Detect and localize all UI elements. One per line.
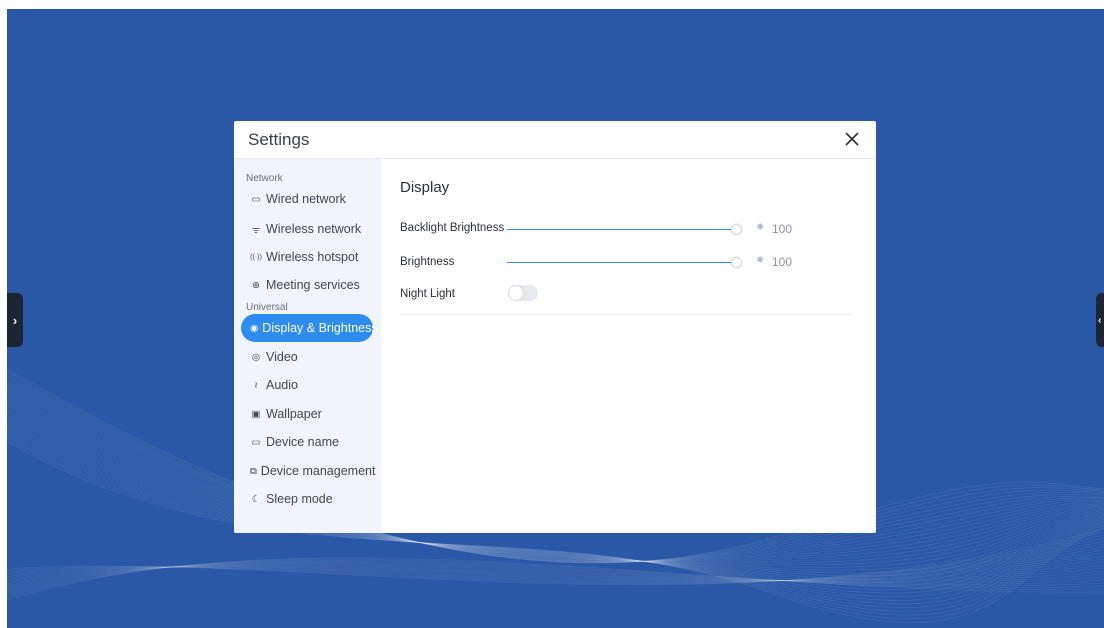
devices-icon: ⧉ — [250, 465, 257, 477]
desktop-background: › ‹ Settings Network ▭ Wired network ᯤ W… — [7, 9, 1104, 628]
backlight-brightness-label: Backlight Brightness — [400, 222, 505, 234]
sidebar-item-wired-network[interactable]: ▭ Wired network — [241, 185, 373, 213]
sidebar-item-label: Audio — [266, 378, 298, 392]
hotspot-icon: ((·)) — [250, 253, 262, 261]
sidebar-item-label: Sleep mode — [266, 492, 333, 506]
sidebar-item-wallpaper[interactable]: ▣ Wallpaper — [241, 400, 373, 428]
globe-icon: ⊕ — [252, 279, 260, 291]
sidebar-item-label: Wireless network — [266, 222, 362, 236]
close-icon — [845, 132, 859, 146]
close-button[interactable] — [840, 127, 864, 151]
settings-content-panel: Display Backlight Brightness ✸ 100 Brigh… — [381, 159, 876, 533]
moon-icon: ☾ — [251, 493, 261, 505]
sidebar-item-meeting-services[interactable]: ⊕ Meeting services — [241, 271, 373, 299]
brightness-label: Brightness — [400, 256, 455, 268]
sun-icon: ✸ — [756, 255, 765, 266]
left-edge-expand-tab[interactable]: › — [7, 293, 23, 347]
wave-line — [7, 558, 1104, 600]
sun-icon: ✸ — [756, 222, 765, 233]
settings-dialog: Settings Network ▭ Wired network ᯤ Wirel… — [234, 121, 876, 533]
backlight-brightness-slider[interactable] — [507, 229, 735, 230]
dialog-header: Settings — [234, 121, 876, 159]
sidebar-item-label: Device name — [266, 435, 339, 449]
sidebar-item-label: Display & Brightness — [262, 321, 378, 335]
settings-sidebar: Network ▭ Wired network ᯤ Wireless netwo… — [234, 159, 381, 533]
section-title: Display — [400, 179, 450, 196]
backlight-slider-thumb[interactable] — [731, 224, 742, 235]
wifi-icon: ᯤ — [251, 224, 261, 236]
brightness-slider-thumb[interactable] — [731, 257, 742, 268]
divider — [400, 314, 852, 315]
sidebar-item-label: Wireless hotspot — [266, 250, 359, 264]
sidebar-item-label: Wired network — [266, 192, 346, 206]
night-light-label: Night Light — [400, 288, 455, 300]
camera-icon: ◎ — [251, 351, 261, 363]
image-icon: ▣ — [251, 408, 261, 420]
sidebar-item-wireless-network[interactable]: ᯤ Wireless network — [241, 215, 373, 243]
sidebar-section-network: Network — [246, 173, 283, 184]
eye-icon: ◉ — [250, 322, 259, 334]
night-light-toggle[interactable] — [508, 285, 538, 301]
sidebar-item-label: Device management — [260, 464, 376, 478]
sidebar-item-audio[interactable]: ≀ Audio — [241, 371, 373, 399]
sidebar-section-universal: Universal — [246, 302, 288, 313]
wired-network-icon: ▭ — [251, 193, 261, 205]
sidebar-item-sleep-mode[interactable]: ☾ Sleep mode — [241, 485, 373, 513]
chevron-left-icon: ‹ — [1098, 314, 1102, 326]
monitor-icon: ▭ — [251, 436, 261, 448]
brightness-value: 100 — [772, 255, 793, 269]
sidebar-item-label: Meeting services — [266, 278, 360, 292]
sidebar-item-label: Video — [266, 350, 298, 364]
backlight-brightness-value: 100 — [772, 222, 793, 236]
sidebar-item-device-management[interactable]: ⧉ Device management — [241, 457, 376, 485]
brightness-slider[interactable] — [507, 262, 735, 263]
chevron-right-icon: › — [12, 312, 18, 328]
sidebar-item-label: Wallpaper — [266, 407, 322, 421]
sidebar-item-video[interactable]: ◎ Video — [241, 343, 373, 371]
sidebar-item-device-name[interactable]: ▭ Device name — [241, 428, 373, 456]
audio-wave-icon: ≀ — [254, 379, 258, 391]
sidebar-item-wireless-hotspot[interactable]: ((·)) Wireless hotspot — [241, 243, 373, 271]
sidebar-item-display-brightness[interactable]: ◉ Display & Brightness — [241, 314, 378, 342]
right-edge-expand-tab[interactable]: ‹ — [1096, 293, 1104, 347]
dialog-title: Settings — [248, 130, 310, 149]
toggle-knob — [509, 286, 523, 300]
